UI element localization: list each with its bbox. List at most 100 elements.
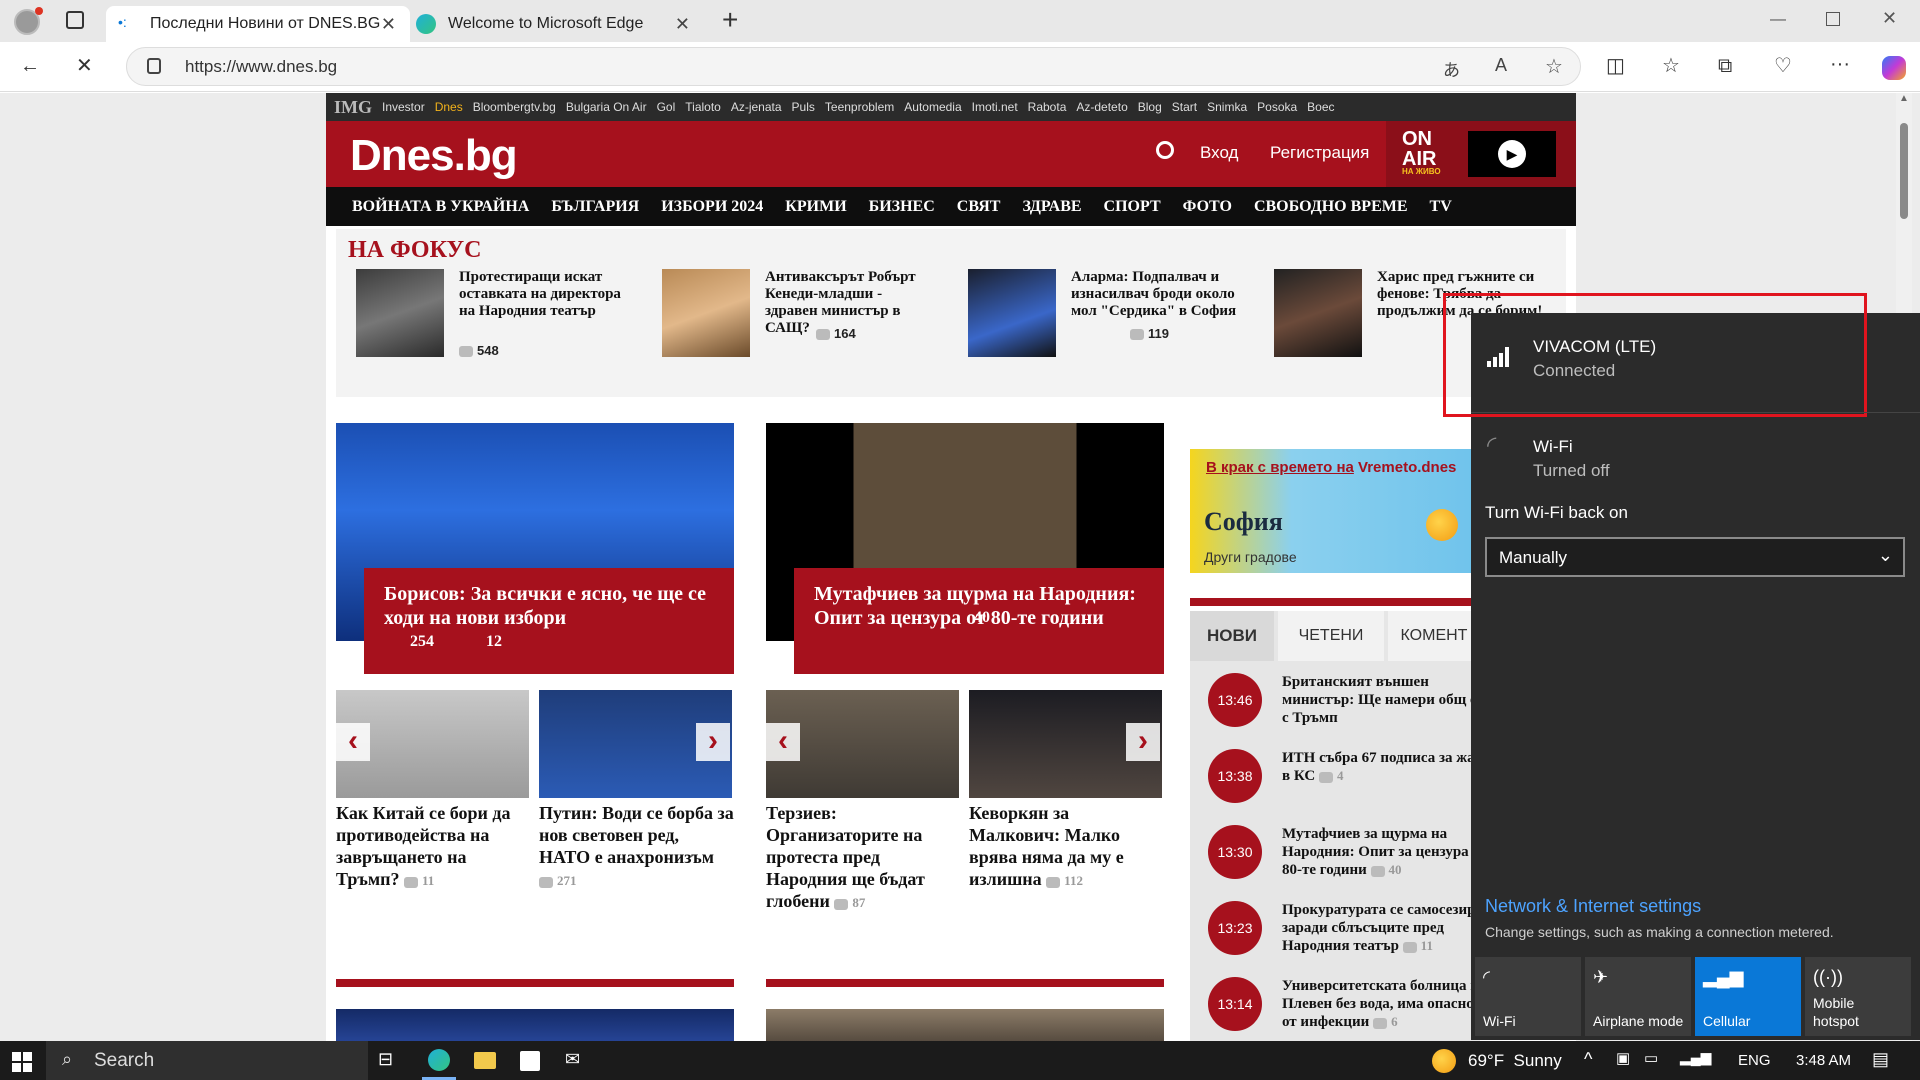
news-item[interactable]: 13:23 Прокуратурата се самосезира заради…	[1190, 901, 1490, 977]
network-link[interactable]: Gol	[657, 100, 676, 114]
network-link[interactable]: Investor	[382, 100, 425, 114]
tab-edge[interactable]: Welcome to Microsoft Edge ✕	[412, 6, 704, 42]
close-window-icon[interactable]: ✕	[1882, 8, 1897, 29]
start-icon[interactable]	[12, 1052, 32, 1072]
more-menu-icon[interactable]: ···	[1830, 52, 1850, 76]
story-headline[interactable]: Путин: Води се борба за нов световен ред…	[539, 802, 734, 892]
minimize-icon[interactable]: —	[1770, 11, 1786, 29]
news-item[interactable]: 13:46 Британският външен министър: Ще на…	[1190, 673, 1500, 749]
network-link[interactable]: Rabota	[1028, 100, 1067, 114]
focus-thumb[interactable]	[356, 269, 444, 357]
weather-other-cities[interactable]: Други градове	[1204, 549, 1297, 565]
network-link[interactable]: Imoti.net	[972, 100, 1018, 114]
news-tab-comments[interactable]: КОМЕНТ	[1388, 611, 1480, 661]
wifi-quick-action[interactable]: ◜ Wi-Fi	[1475, 957, 1581, 1036]
login-link[interactable]: Вход	[1200, 143, 1238, 163]
news-tab-new[interactable]: НОВИ	[1190, 611, 1274, 661]
network-link[interactable]: Tialoto	[685, 100, 721, 114]
clock[interactable]: 3:48 AM	[1796, 1052, 1851, 1069]
lead-headline[interactable]: Борисов: За всички е ясно, че ще се ходи…	[384, 582, 714, 630]
battery-icon[interactable]: ▭	[1644, 1049, 1658, 1067]
carousel-prev-button[interactable]: ‹	[766, 723, 800, 761]
site-logo[interactable]: Dnes.bg	[350, 131, 518, 181]
network-link[interactable]: Dnes	[435, 100, 463, 114]
weather-banner[interactable]: В крак с времето на Vremeto.dnes	[1206, 459, 1456, 476]
browser-essentials-icon[interactable]: ♡	[1774, 54, 1792, 78]
nav-item-elections[interactable]: ИЗБОРИ 2024	[661, 198, 763, 216]
nav-item-world[interactable]: СВЯТ	[957, 198, 1001, 216]
network-link[interactable]: Blog	[1138, 100, 1162, 114]
split-screen-icon[interactable]: ◫	[1606, 54, 1625, 78]
live-player[interactable]: ▶	[1468, 131, 1556, 177]
network-link[interactable]: Start	[1172, 100, 1197, 114]
network-link[interactable]: Automedia	[904, 100, 961, 114]
airplane-mode-quick-action[interactable]: ✈ Airplane mode	[1585, 957, 1691, 1036]
weather-brand[interactable]: Vremeto.dnes	[1358, 459, 1456, 476]
taskbar-weather[interactable]: 69°F Sunny	[1468, 1051, 1562, 1071]
meet-now-icon[interactable]: ▣	[1616, 1049, 1630, 1067]
task-view-icon[interactable]: ⊟	[378, 1049, 393, 1070]
lead-caption[interactable]: Мутафчиев за щурма на Народния: Опит за …	[794, 568, 1164, 674]
search-placeholder[interactable]: Search	[94, 1050, 154, 1072]
nav-item-bulgaria[interactable]: БЪЛГАРИЯ	[551, 198, 639, 216]
carousel-prev-button[interactable]: ‹	[336, 723, 370, 761]
news-tab-read[interactable]: ЧЕТЕНИ	[1278, 611, 1384, 661]
weather-widget[interactable]: В крак с времето на Vremeto.dnes София Д…	[1190, 449, 1480, 573]
nav-item-health[interactable]: ЗДРАВЕ	[1022, 198, 1081, 216]
wifi-back-select[interactable]: Manually ⌄	[1485, 537, 1905, 577]
translate-icon[interactable]: あ	[1443, 56, 1460, 81]
cellular-quick-action[interactable]: ▂▄▆ Cellular	[1695, 957, 1801, 1036]
back-icon[interactable]: ←	[20, 54, 40, 78]
stop-icon[interactable]: ✕	[76, 54, 93, 78]
restore-icon[interactable]	[1826, 12, 1840, 26]
register-link[interactable]: Регистрация	[1270, 143, 1369, 163]
focus-thumb[interactable]	[968, 269, 1056, 357]
close-tab-icon[interactable]: ✕	[381, 14, 396, 35]
story-headline[interactable]: Как Китай се бори да противодейства на з…	[336, 802, 531, 892]
file-explorer-icon[interactable]	[474, 1052, 496, 1069]
weather-city[interactable]: София	[1204, 507, 1283, 537]
taskbar-search[interactable]: ⌕ Search	[46, 1041, 368, 1080]
favorite-star-icon[interactable]: ☆	[1545, 54, 1563, 79]
story-thumb[interactable]	[336, 1009, 734, 1041]
close-tab-icon[interactable]: ✕	[675, 14, 690, 35]
wifi-name[interactable]: Wi-Fi	[1533, 437, 1573, 457]
nav-item-war[interactable]: ВОЙНАТА В УКРАЙНА	[352, 198, 529, 216]
network-link[interactable]: Posoka	[1257, 100, 1297, 114]
store-icon[interactable]	[520, 1051, 540, 1071]
wifi-back-value[interactable]: Manually	[1499, 548, 1567, 568]
mobile-hotspot-quick-action[interactable]: ((·)) Mobile hotspot	[1805, 957, 1911, 1036]
news-title[interactable]: Прокуратурата се самосезира заради сблъс…	[1282, 902, 1483, 954]
notifications-icon[interactable]: ▤	[1872, 1049, 1889, 1070]
news-headline[interactable]: Мутафчиев за щурма на Народния: Опит за …	[1282, 825, 1502, 879]
news-item[interactable]: 13:14 Университетската болница в Плевен …	[1190, 977, 1490, 1041]
network-settings-link[interactable]: Network & Internet settings	[1485, 896, 1701, 917]
wifi-network-item[interactable]: ◜ Wi-Fi Turned off Turn Wi-Fi back on Ma…	[1471, 413, 1920, 593]
network-link[interactable]: Boec	[1307, 100, 1334, 114]
address-bar[interactable]: https://www.dnes.bg あ A ☆	[126, 47, 1581, 86]
tab-actions-icon[interactable]	[66, 11, 84, 29]
news-item[interactable]: 13:38 ИТН събра 67 подписа за жалба в КС…	[1190, 749, 1498, 825]
news-item[interactable]: 13:30 Мутафчиев за щурма на Народния: Оп…	[1190, 825, 1490, 901]
nav-item-photo[interactable]: ФОТО	[1183, 198, 1232, 216]
read-aloud-icon[interactable]: A	[1495, 55, 1507, 76]
news-headline[interactable]: Британският външен министър: Ще намери о…	[1282, 673, 1502, 727]
focus-headline[interactable]: Протестиращи искат оставката на директор…	[459, 269, 631, 320]
news-headline[interactable]: Прокуратурата се самосезира заради сблъс…	[1282, 901, 1502, 955]
lock-icon[interactable]	[147, 58, 161, 74]
search-icon[interactable]	[1156, 141, 1174, 159]
chevron-down-icon[interactable]: ⌄	[1878, 545, 1893, 566]
network-link[interactable]: Bloombergtv.bg	[473, 100, 556, 114]
nav-item-leisure[interactable]: СВОБОДНО ВРЕМЕ	[1254, 198, 1408, 216]
news-headline[interactable]: Университетската болница в Плевен без во…	[1282, 977, 1502, 1031]
weather-banner-text[interactable]: В крак с времето на	[1206, 459, 1354, 476]
tab-dnes[interactable]: •: Последни Новини от DNES.BG ✕	[106, 6, 410, 42]
news-title[interactable]: ИТН събра 67 подписа за жалба в КС	[1282, 750, 1498, 784]
lead-caption[interactable]: Борисов: За всички е ясно, че ще се ходи…	[364, 568, 734, 674]
play-icon[interactable]: ▶	[1498, 140, 1526, 168]
carousel-next-button[interactable]: ›	[1126, 723, 1160, 761]
nav-item-business[interactable]: БИЗНЕС	[869, 198, 935, 216]
carousel-next-button[interactable]: ›	[696, 723, 730, 761]
collections-icon[interactable]: ⧉	[1718, 54, 1732, 78]
network-link[interactable]: Az-deteto	[1076, 100, 1127, 114]
